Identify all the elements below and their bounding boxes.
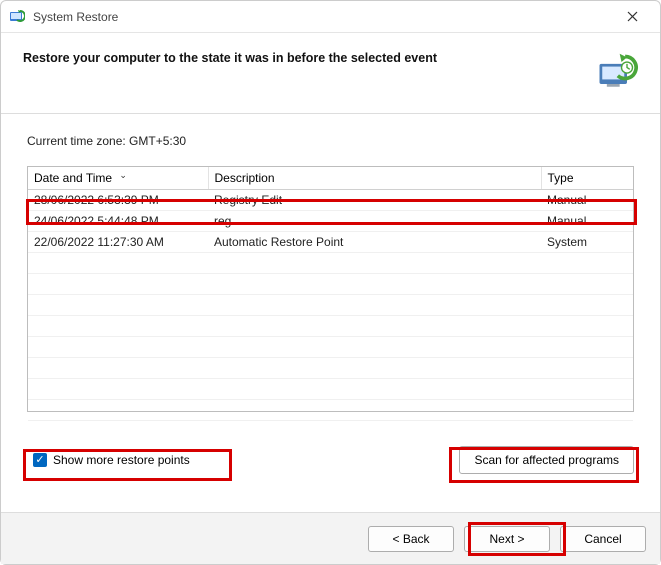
footer: < Back Next > Cancel (1, 512, 660, 564)
window-title: System Restore (33, 10, 118, 24)
cell-type: System (541, 232, 633, 253)
cell-description: reg (208, 211, 541, 232)
cell-type: Manual (541, 211, 633, 232)
show-more-label: Show more restore points (53, 453, 190, 467)
table-row[interactable]: 24/06/2022 5:44:48 PM reg Manual (28, 211, 633, 232)
below-grid-row: ✓ Show more restore points Scan for affe… (27, 446, 634, 474)
cell-datetime: 28/06/2022 6:53:39 PM (28, 190, 208, 211)
cancel-button[interactable]: Cancel (560, 526, 646, 552)
cell-description: Automatic Restore Point (208, 232, 541, 253)
col-header-type[interactable]: Type (541, 167, 633, 190)
header: Restore your computer to the state it wa… (1, 33, 660, 113)
table-row[interactable]: 28/06/2022 6:53:39 PM Registry Edit Manu… (28, 190, 633, 211)
page-title: Restore your computer to the state it wa… (23, 51, 594, 65)
cell-type: Manual (541, 190, 633, 211)
titlebar: System Restore (1, 1, 660, 33)
table-row-empty: . (28, 379, 633, 400)
scan-affected-button[interactable]: Scan for affected programs (459, 446, 634, 474)
table-row-empty: . (28, 316, 633, 337)
table-row-empty: . (28, 295, 633, 316)
table-row-empty: . (28, 358, 633, 379)
timezone-label: Current time zone: GMT+5:30 (27, 134, 634, 148)
table-row-empty: . (28, 274, 633, 295)
table-row-empty: . (28, 337, 633, 358)
show-more-checkbox[interactable]: ✓ Show more restore points (27, 449, 196, 471)
next-button[interactable]: Next > (464, 526, 550, 552)
sort-caret-icon: ⌄ (119, 170, 127, 181)
table-row-empty: . (28, 400, 633, 421)
content-area: Current time zone: GMT+5:30 Date and Tim… (1, 114, 660, 474)
restore-hero-icon (594, 51, 638, 95)
col-header-datetime-label: Date and Time (34, 171, 112, 185)
back-button[interactable]: < Back (368, 526, 454, 552)
close-button[interactable] (612, 3, 652, 31)
col-header-datetime[interactable]: Date and Time ⌄ (28, 167, 208, 190)
col-header-description[interactable]: Description (208, 167, 541, 190)
restore-points-table[interactable]: Date and Time ⌄ Description Type 28/06/2… (27, 166, 634, 412)
system-restore-icon (9, 9, 25, 25)
table-header-row[interactable]: Date and Time ⌄ Description Type (28, 167, 633, 190)
cell-description: Registry Edit (208, 190, 541, 211)
table-row[interactable]: 22/06/2022 11:27:30 AM Automatic Restore… (28, 232, 633, 253)
checkmark-icon: ✓ (33, 453, 47, 467)
table-row-empty: . (28, 253, 633, 274)
cell-datetime: 22/06/2022 11:27:30 AM (28, 232, 208, 253)
cell-datetime: 24/06/2022 5:44:48 PM (28, 211, 208, 232)
